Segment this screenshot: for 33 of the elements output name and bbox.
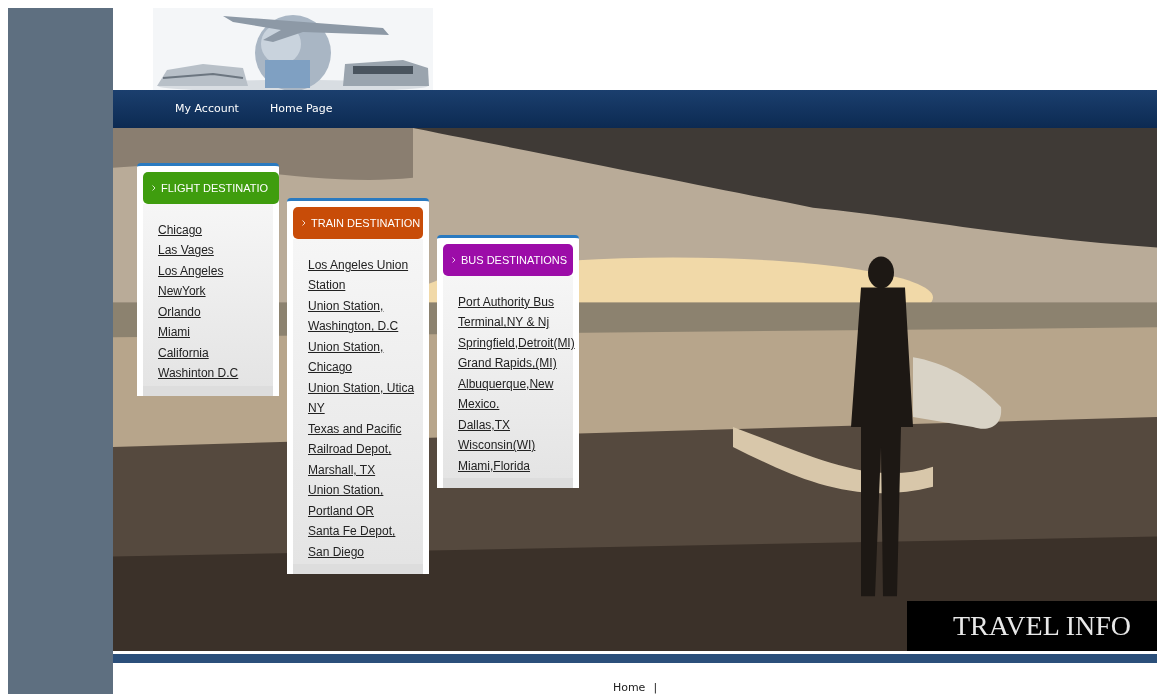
chevron-icon (152, 184, 156, 191)
chevron-icon (302, 219, 306, 226)
destination-link[interactable]: Port Authority Bus Terminal,NY & Nj (458, 291, 584, 333)
chevron-icon (452, 256, 456, 263)
destination-link[interactable]: Grand Rapids,(MI) (458, 353, 584, 374)
destination-link[interactable]: Albuquerque,New Mexico. (458, 373, 584, 415)
destination-link[interactable]: Chicago (158, 219, 286, 241)
destination-link[interactable]: Miami,Florida (458, 455, 584, 477)
destination-link[interactable]: Dallas,TX (458, 414, 584, 436)
separator: | (653, 681, 658, 694)
panel-title: TRAIN DESTINATION (311, 216, 421, 229)
destination-link[interactable]: Union Station, Portland OR (308, 480, 420, 522)
caption-banner: TRAVEL INFO (907, 601, 1157, 652)
destination-link[interactable]: Union Station, Utica NY (308, 377, 420, 419)
footer-link[interactable]: Home (612, 681, 646, 694)
nav-link[interactable]: Home Page (269, 102, 333, 116)
destination-link[interactable]: Wisconsin(WI) (458, 435, 584, 456)
destination-link[interactable]: NewYork (158, 281, 286, 302)
destination-link[interactable]: California (158, 342, 286, 364)
destination-link[interactable]: Texas and Pacific Railroad Depot, Marshall, TX (308, 418, 420, 481)
destination-link[interactable]: Santa Fe Depot, San Diego (308, 521, 420, 563)
panel-title: FLIGHT DESTINATIO (161, 181, 269, 194)
destination-link[interactable]: Los Angeles (158, 260, 286, 282)
destination-link[interactable]: Miami (158, 322, 286, 343)
nav-link[interactable]: My Account (175, 102, 239, 116)
destination-link[interactable]: Las Vages (158, 240, 286, 261)
destination-link[interactable]: Union Station, Washington, D.C (308, 295, 420, 337)
destination-link[interactable]: Orlando (158, 301, 286, 323)
destination-link[interactable]: Union Station, Chicago (308, 336, 420, 378)
panel-title: BUS DESTINATIONS (461, 253, 568, 266)
destination-link[interactable]: Los Angeles Union Station (308, 254, 420, 296)
destination-link[interactable]: Washinton D.C (158, 363, 286, 384)
destination-link[interactable]: Springfield,Detroit(MI) (458, 332, 584, 354)
